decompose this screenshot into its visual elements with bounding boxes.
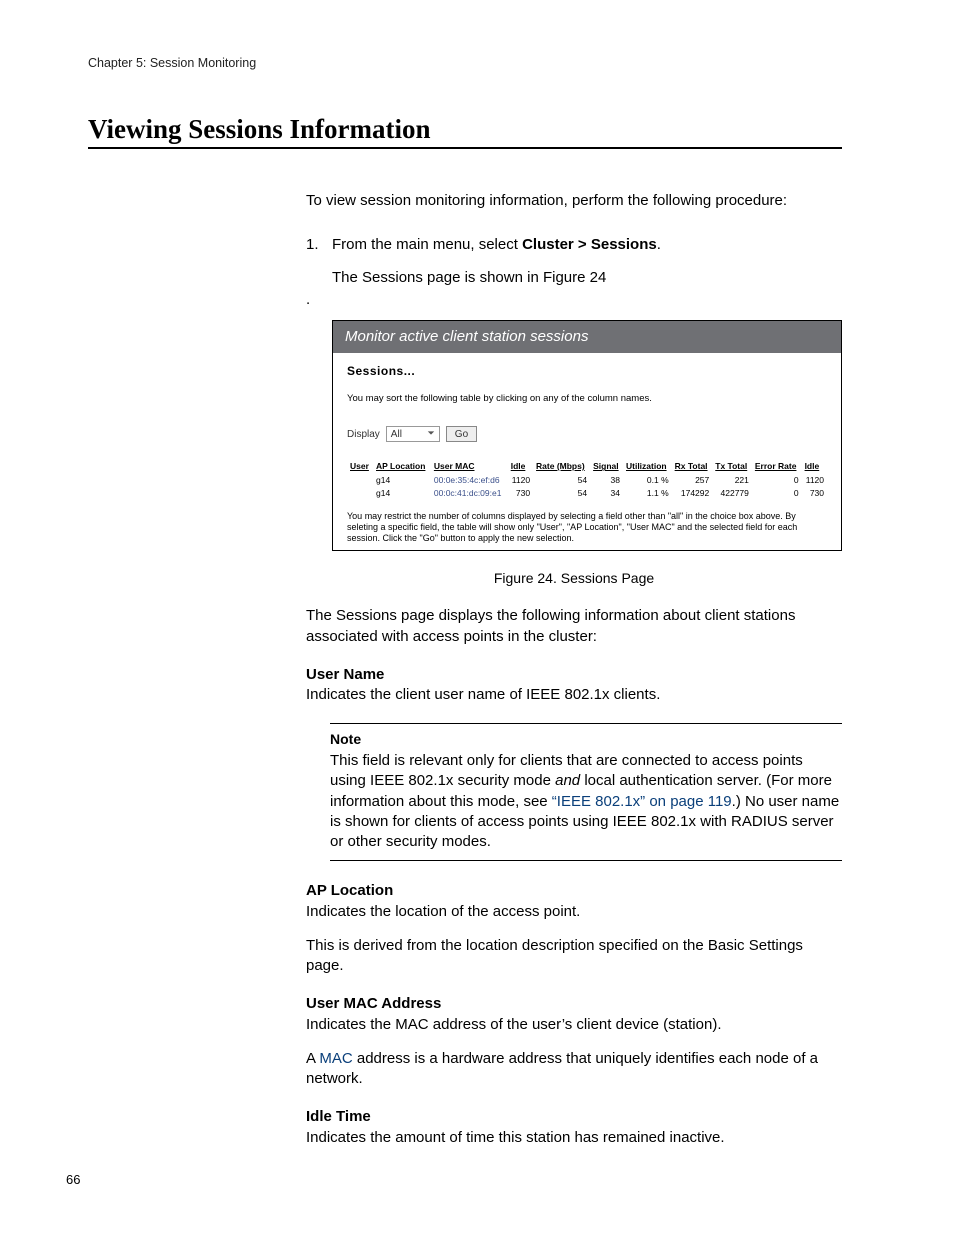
- col-rx-total[interactable]: Rx Total: [672, 460, 713, 473]
- cell-err: 0: [752, 474, 802, 487]
- field-ap-location-desc: Indicates the location of the access poi…: [306, 902, 842, 922]
- cell-idle: 730: [508, 487, 533, 500]
- cell-idle: 1120: [508, 474, 533, 487]
- step-number: 1.: [306, 235, 332, 255]
- cell-rate: 54: [533, 487, 590, 500]
- intro-paragraph: To view session monitoring information, …: [306, 191, 842, 211]
- glossary-link-mac[interactable]: MAC: [319, 1050, 352, 1067]
- col-signal[interactable]: Signal: [590, 460, 623, 473]
- display-filter-row: Display All Go: [347, 426, 827, 442]
- cell-err: 0: [752, 487, 802, 500]
- go-button[interactable]: Go: [446, 426, 477, 442]
- display-select-value: All: [391, 428, 402, 442]
- note-label: Note: [330, 730, 842, 749]
- cell-rx: 174292: [672, 487, 713, 500]
- cell-util: 1.1 %: [623, 487, 672, 500]
- field-user-mac-desc: Indicates the MAC address of the user’s …: [306, 1015, 842, 1035]
- table-row: g14 00:0c:41:dc:09:e1 730 54 34 1.1 % 17…: [347, 487, 827, 500]
- chapter-header: Chapter 5: Session Monitoring: [88, 56, 842, 70]
- cell-rate: 54: [533, 474, 590, 487]
- col-user[interactable]: User: [347, 460, 373, 473]
- cross-reference-link[interactable]: “IEEE 802.1x” on page 119: [552, 793, 732, 810]
- field-ap-location-term: AP Location: [306, 881, 842, 901]
- step-result: The Sessions page is shown in Figure 24: [332, 268, 842, 288]
- note-text-italic: and: [555, 772, 580, 789]
- table-header-row: User AP Location User MAC Idle Rate (Mbp…: [347, 460, 827, 473]
- chevron-down-icon: [427, 428, 435, 442]
- after-caption-paragraph: The Sessions page displays the following…: [306, 606, 842, 647]
- col-tx-total[interactable]: Tx Total: [712, 460, 752, 473]
- cell-ap: g14: [373, 487, 431, 500]
- step-text-pre: From the main menu, select: [332, 236, 522, 253]
- note-box: Note This field is relevant only for cli…: [330, 723, 842, 861]
- field-user-mac-term: User MAC Address: [306, 994, 842, 1014]
- section-title: Viewing Sessions Information: [88, 114, 842, 149]
- col-utilization[interactable]: Utilization: [623, 460, 672, 473]
- cell-ap: g14: [373, 474, 431, 487]
- cell-user: [347, 487, 373, 500]
- cell-mac[interactable]: 00:0e:35:4c:ef:d6: [431, 474, 508, 487]
- mac-desc-a: A: [306, 1050, 319, 1067]
- col-idle-2[interactable]: Idle: [802, 460, 827, 473]
- col-ap-location[interactable]: AP Location: [373, 460, 431, 473]
- field-idle-time-desc: Indicates the amount of time this statio…: [306, 1128, 842, 1148]
- step-text-post: .: [657, 236, 661, 253]
- cell-signal: 34: [590, 487, 623, 500]
- screenshot-footnote: You may restrict the number of columns d…: [333, 511, 841, 545]
- sessions-screenshot: Monitor active client station sessions S…: [332, 320, 842, 551]
- sessions-heading: Sessions...: [347, 363, 827, 379]
- step-text-bold: Cluster > Sessions: [522, 236, 657, 253]
- cell-tx: 422779: [712, 487, 752, 500]
- col-rate[interactable]: Rate (Mbps): [533, 460, 590, 473]
- cell-signal: 38: [590, 474, 623, 487]
- col-idle[interactable]: Idle: [508, 460, 533, 473]
- col-user-mac[interactable]: User MAC: [431, 460, 508, 473]
- field-user-name-term: User Name: [306, 665, 842, 685]
- page-number: 66: [66, 1172, 80, 1187]
- cell-rx: 257: [672, 474, 713, 487]
- display-select[interactable]: All: [386, 426, 440, 442]
- display-label: Display: [347, 428, 380, 442]
- sort-hint: You may sort the following table by clic…: [347, 393, 827, 406]
- sessions-table: User AP Location User MAC Idle Rate (Mbp…: [347, 460, 827, 500]
- step-1: 1. From the main menu, select Cluster > …: [306, 235, 842, 255]
- col-error-rate[interactable]: Error Rate: [752, 460, 802, 473]
- cell-idle2: 730: [802, 487, 827, 500]
- cell-tx: 221: [712, 474, 752, 487]
- figure-caption: Figure 24. Sessions Page: [306, 569, 842, 588]
- mac-desc-b: address is a hardware address that uniqu…: [306, 1050, 818, 1087]
- cell-util: 0.1 %: [623, 474, 672, 487]
- cell-user: [347, 474, 373, 487]
- field-ap-location-desc2: This is derived from the location descri…: [306, 936, 842, 977]
- field-user-name-desc: Indicates the client user name of IEEE 8…: [306, 685, 842, 705]
- screenshot-title: Monitor active client station sessions: [333, 321, 841, 353]
- footnote-dot: .: [306, 290, 842, 310]
- table-row: g14 00:0e:35:4c:ef:d6 1120 54 38 0.1 % 2…: [347, 474, 827, 487]
- cell-mac[interactable]: 00:0c:41:dc:09:e1: [431, 487, 508, 500]
- field-idle-time-term: Idle Time: [306, 1107, 842, 1127]
- cell-idle2: 1120: [802, 474, 827, 487]
